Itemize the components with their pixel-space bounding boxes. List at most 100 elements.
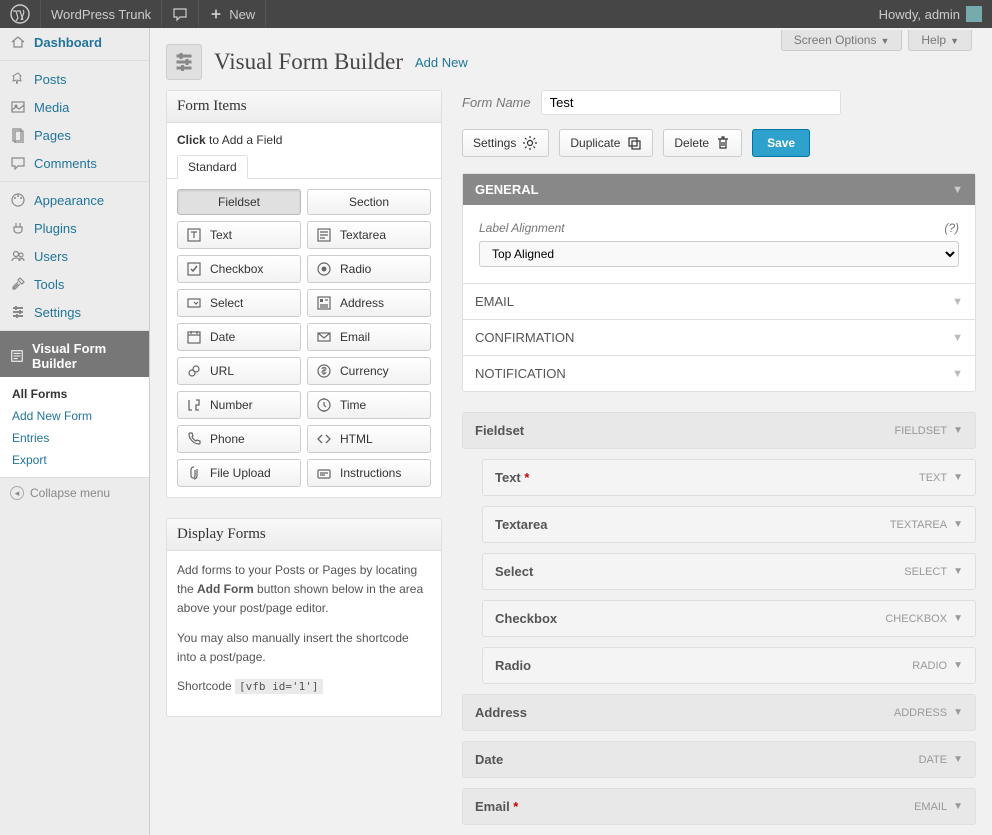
menu-users[interactable]: Users xyxy=(0,242,149,270)
builder-checkbox[interactable]: CheckboxCHECKBOX ▼ xyxy=(482,600,976,637)
field-currency[interactable]: Currency xyxy=(307,357,431,385)
field-url[interactable]: URL xyxy=(177,357,301,385)
screen-options-tab[interactable]: Screen Options▼ xyxy=(781,30,903,51)
panel-confirmation[interactable]: CONFIRMATION▼ xyxy=(463,319,975,355)
panel-email[interactable]: EMAIL▼ xyxy=(463,283,975,319)
builder-fieldset[interactable]: FieldsetFIELDSET ▼ xyxy=(462,412,976,449)
display-forms-box: Display Forms Add forms to your Posts or… xyxy=(166,518,442,717)
field-checkbox[interactable]: Checkbox xyxy=(177,255,301,283)
menu-posts[interactable]: Posts xyxy=(0,60,149,93)
add-new-link[interactable]: Add New xyxy=(415,55,468,70)
site-name[interactable]: WordPress Trunk xyxy=(41,0,162,28)
builder-list: FieldsetFIELDSET ▼ Text * TEXT ▼ TextareaTE… xyxy=(462,412,976,825)
field-file-upload[interactable]: File Upload xyxy=(177,459,301,487)
chevron-down-icon: ▼ xyxy=(953,566,963,577)
chevron-down-icon: ▼ xyxy=(952,184,963,196)
display-p2: You may also manually insert the shortco… xyxy=(177,629,431,667)
menu-dashboard[interactable]: Dashboard xyxy=(0,28,149,56)
field-number[interactable]: Number xyxy=(177,391,301,419)
help-icon[interactable]: (?) xyxy=(944,221,959,235)
submenu-add-new[interactable]: Add New Form xyxy=(0,405,149,427)
panel-general[interactable]: GENERAL▼ xyxy=(463,174,975,205)
menu-plugins[interactable]: Plugins xyxy=(0,214,149,242)
builder-radio[interactable]: Radio RADIO ▼ xyxy=(482,647,976,684)
builder-text[interactable]: Text * TEXT ▼ xyxy=(482,459,976,496)
builder-item-name: Fieldset xyxy=(475,423,524,438)
radio-icon xyxy=(316,261,332,277)
tab-standard[interactable]: Standard xyxy=(177,155,248,179)
menu-settings[interactable]: Settings xyxy=(0,298,149,326)
field-radio[interactable]: Radio xyxy=(307,255,431,283)
menu-media[interactable]: Media xyxy=(0,93,149,121)
form-items-box: Form Items Click to Add a Field Standard… xyxy=(166,90,442,498)
builder-textarea[interactable]: TextareaTEXTAREA ▼ xyxy=(482,506,976,543)
builder-address[interactable]: AddressADDRESS ▼ xyxy=(462,694,976,731)
field-html[interactable]: HTML xyxy=(307,425,431,453)
html-icon xyxy=(316,431,332,447)
menu-label: Tools xyxy=(34,277,64,292)
field-label: Textarea xyxy=(340,228,386,242)
submenu-all-forms[interactable]: All Forms xyxy=(0,383,149,405)
field-select[interactable]: Select xyxy=(177,289,301,317)
field-label: Address xyxy=(340,296,384,310)
field-text[interactable]: Text xyxy=(177,221,301,249)
field-label: Section xyxy=(349,195,389,209)
settings-button[interactable]: Settings xyxy=(462,129,549,157)
howdy[interactable]: Howdy, admin xyxy=(869,0,992,28)
screen-meta: Screen Options▼ Help▼ xyxy=(781,30,972,51)
field-label: HTML xyxy=(340,432,373,446)
save-button[interactable]: Save xyxy=(752,129,810,157)
menu-label: Posts xyxy=(34,72,67,87)
menu-pages[interactable]: Pages xyxy=(0,121,149,149)
menu-label: Settings xyxy=(34,305,81,320)
currency-icon xyxy=(316,363,332,379)
chevron-down-icon: ▼ xyxy=(953,660,963,671)
display-shortcode: Shortcode [vfb id='1'] xyxy=(177,677,431,696)
field-fieldset[interactable]: Fieldset xyxy=(177,189,301,215)
field-phone[interactable]: Phone xyxy=(177,425,301,453)
wp-logo[interactable] xyxy=(0,0,41,28)
builder-select[interactable]: SelectSELECT ▼ xyxy=(482,553,976,590)
comments-icon[interactable] xyxy=(162,0,199,28)
field-date[interactable]: Date xyxy=(177,323,301,351)
menu-label: Plugins xyxy=(34,221,77,236)
field-section[interactable]: Section xyxy=(307,189,431,215)
builder-item-name: Radio xyxy=(495,658,531,673)
form-name-input[interactable] xyxy=(541,90,841,115)
duplicate-button[interactable]: Duplicate xyxy=(559,129,653,157)
builder-email[interactable]: Email *EMAIL ▼ xyxy=(462,788,976,825)
collapse-menu[interactable]: ◂Collapse menu xyxy=(0,477,149,508)
new-content[interactable]: New xyxy=(199,0,266,28)
main-content: Screen Options▼ Help▼ Visual Form Builde… xyxy=(150,28,992,835)
builder-item-name: Text * xyxy=(495,470,529,485)
chevron-down-icon: ▼ xyxy=(953,425,963,436)
menu-vfb[interactable]: Visual Form Builder xyxy=(0,330,149,377)
builder-item-name: Checkbox xyxy=(495,611,557,626)
field-email[interactable]: Email xyxy=(307,323,431,351)
label-alignment-select[interactable]: Top Aligned xyxy=(479,241,959,267)
builder-item-name: Email * xyxy=(475,799,518,814)
field-label: Number xyxy=(210,398,253,412)
submenu-entries[interactable]: Entries xyxy=(0,427,149,449)
delete-button[interactable]: Delete xyxy=(663,129,742,157)
panel-notification[interactable]: NOTIFICATION▼ xyxy=(463,355,975,391)
collapse-icon: ◂ xyxy=(10,486,24,500)
menu-appearance[interactable]: Appearance xyxy=(0,181,149,214)
builder-item-type: RADIO ▼ xyxy=(912,660,963,672)
builder-item-type: TEXT ▼ xyxy=(919,472,963,484)
field-time[interactable]: Time xyxy=(307,391,431,419)
form-items-heading: Form Items xyxy=(167,91,441,123)
menu-tools[interactable]: Tools xyxy=(0,270,149,298)
field-label: Date xyxy=(210,330,235,344)
field-address[interactable]: Address xyxy=(307,289,431,317)
builder-date[interactable]: DateDATE ▼ xyxy=(462,741,976,778)
field-instructions[interactable]: Instructions xyxy=(307,459,431,487)
new-label: New xyxy=(229,7,255,22)
menu-comments[interactable]: Comments xyxy=(0,149,149,177)
field-textarea[interactable]: Textarea xyxy=(307,221,431,249)
menu-label: Visual Form Builder xyxy=(32,341,139,371)
help-tab[interactable]: Help▼ xyxy=(908,30,972,51)
field-label: Email xyxy=(340,330,370,344)
builder-item-name: Textarea xyxy=(495,517,548,532)
submenu-export[interactable]: Export xyxy=(0,449,149,471)
